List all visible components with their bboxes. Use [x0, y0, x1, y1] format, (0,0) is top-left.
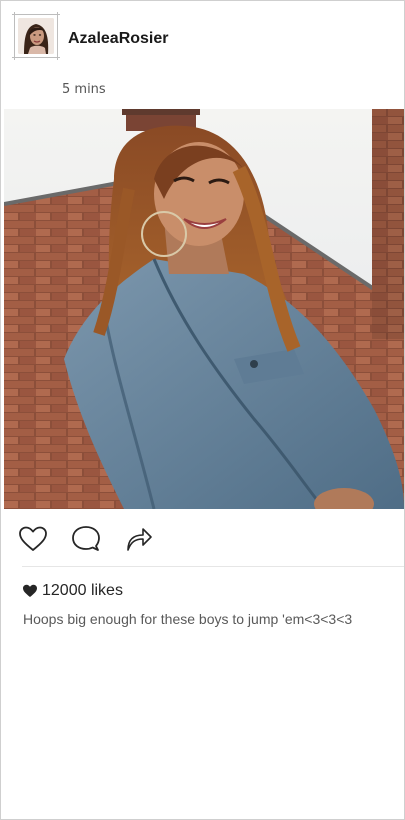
avatar-frame-line	[12, 14, 60, 15]
comment-button[interactable]	[70, 523, 102, 555]
post-photo[interactable]	[4, 109, 404, 509]
post-caption: Hoops big enough for these boys to jump …	[23, 611, 353, 627]
post-timestamp: 5 mins	[62, 82, 106, 97]
heart-icon	[19, 526, 47, 551]
avatar-button[interactable]	[12, 12, 60, 60]
post-header: AzaleaRosier 5 mins	[1, 1, 405, 106]
share-button[interactable]	[123, 523, 155, 555]
avatar-frame-line	[57, 12, 58, 60]
like-button[interactable]	[17, 523, 49, 555]
likes-label: 12000 likes	[42, 582, 123, 599]
post-actions	[1, 513, 405, 565]
heart-filled-icon	[23, 584, 37, 597]
avatar-frame-line	[12, 57, 60, 58]
username-link[interactable]: AzaleaRosier	[68, 30, 169, 48]
avatar	[18, 18, 54, 54]
post-card: AzaleaRosier 5 mins 12000 likes Hoops bi…	[0, 0, 405, 820]
likes-count[interactable]: 12000 likes	[22, 581, 123, 601]
share-arrow-icon	[127, 528, 152, 551]
avatar-image	[18, 18, 54, 54]
post-image	[4, 109, 404, 509]
divider	[22, 566, 404, 567]
avatar-frame-line	[14, 12, 15, 60]
comment-icon	[72, 526, 100, 551]
